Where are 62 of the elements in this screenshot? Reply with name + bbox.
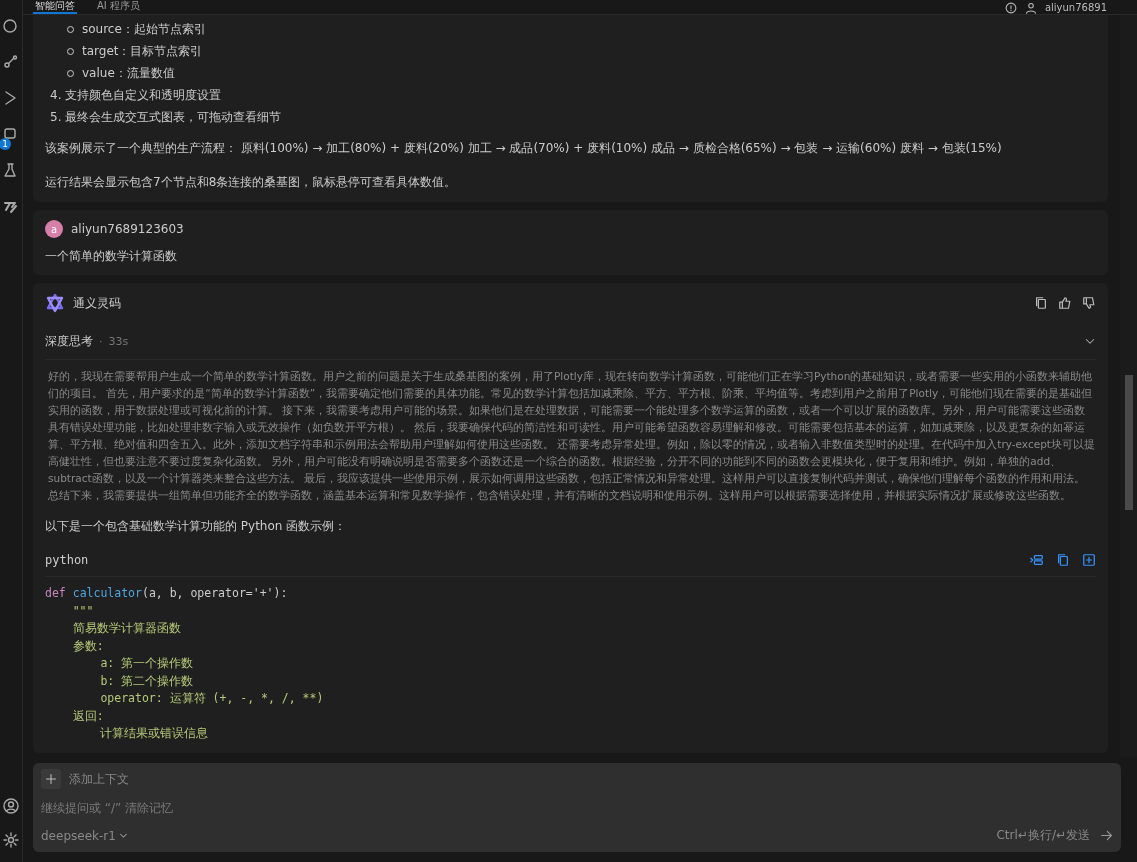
- code-line: def calculator(a, b, operator='+'):: [45, 585, 288, 602]
- thinking-text-line: 算、平方根、绝对值和四舍五入。此外，添加文档字符串和示例用法会帮助用户理解如何使用这些函数。 还需要考虑异常处理。例如，除以零的情况，或者输入非数值类型时的处理。在代码中加入try-except块可以提: [48, 437, 1095, 452]
- account-icon[interactable]: [3, 798, 19, 814]
- message-text: 一个简单的数学计算函数: [45, 248, 178, 265]
- shortcut-hint: Ctrl↵换行/↵发送: [996, 827, 1090, 844]
- list-item: 支持颜色自定义和透明度设置: [65, 86, 222, 104]
- circle-icon[interactable]: [3, 18, 19, 34]
- paragraph: 以下是一个包含基础数学计算功能的 Python 函数示例：: [45, 518, 348, 535]
- add-context-button[interactable]: [41, 769, 61, 789]
- paragraph: 该案例展示了一个典型的生产流程： 原料(100%) → 加工(80%) + 废料(20%) 加工 → 成品(70%) + 废料(10%) 成品 → 质检合格(65%) → 包装 → 运输(60%) 废料 → 包装(15%): [45, 140, 1003, 157]
- thinking-text-line: 好的，我现在需要帮用户生成一个简单的数学计算函数。用户之前的问题是关于生成桑基图的案例，用了Plotly库，现在转向数学计算函数，可能他们正在学习Python的基础知识，或者需要一些实用的小函数来辅助他: [48, 369, 1093, 384]
- code-line: 返回:: [71, 707, 104, 725]
- thinking-text-line: 实用的函数，用于数据处理或可视化前的计算。 接下来，我需要考虑用户可能的场景。如果他们是在处理数据，可能需要一个能处理多个数学运算的函数，或者一个可以扩展的函数库。另外，用户可能需要这些函数: [48, 403, 1086, 418]
- list-item: source：起始节点索引: [82, 20, 206, 38]
- list-number: 5.: [50, 110, 62, 124]
- scrollbar-thumb[interactable]: [1124, 375, 1133, 510]
- chat-input-field[interactable]: 继续提问或 “/” 清除记忆: [41, 801, 1113, 815]
- list-number: 4.: [50, 88, 62, 102]
- notification-badge: 1: [0, 138, 11, 150]
- send-arrow-icon[interactable]: [1100, 829, 1113, 842]
- tab[interactable]: AI 程序员: [95, 0, 142, 14]
- thinking-text-line: subtract函数，以及一个计算器类来整合这些方法。 最后，我应该提供一些使用示例，展示如何调用这些函数，包括正常情况和异常处理。这样用户可以直接复制代码并测试，确保他们理解每个函数的作用和用法。: [48, 471, 1085, 486]
- code-line: 计算结果或错误信息: [99, 725, 209, 742]
- separator-dot: ·: [99, 334, 103, 348]
- new-file-icon[interactable]: [1082, 553, 1096, 567]
- thinking-text-line: 高健壮性，但也要注意不要过度复杂化函数。 另外，用户可能没有明确说明是否需要多个函数还是一个综合的函数。根据经验，分开不同的功能到不同的函数会更模块化，便于复用和维护。例如，单独的add、: [48, 454, 1062, 469]
- author-name: 通义灵码: [73, 294, 121, 312]
- thumbs-down-icon[interactable]: [1082, 296, 1096, 310]
- code-line: 参数:: [71, 637, 104, 655]
- code-line: a: 第一个操作数: [99, 655, 194, 672]
- user-icon[interactable]: [1024, 2, 1037, 14]
- insert-icon[interactable]: [1030, 553, 1044, 567]
- thinking-text-line: 总结下来，我需要提供一组简单但功能齐全的数学函数，涵盖基本运算和常见数学操作，包含错误处理，并有清晰的文档说明和使用示例。这样用户可以根据需要选择使用，并根据实际情况扩展或修改这些函数。: [48, 488, 1071, 503]
- user-name: aliyun76891: [1044, 2, 1107, 14]
- caret-icon: [118, 831, 128, 840]
- thumbs-up-icon[interactable]: [1058, 296, 1072, 310]
- code-line: """: [71, 602, 94, 620]
- list-item: value：流量数值: [82, 64, 175, 82]
- plus-icon: [45, 773, 57, 785]
- thinking-text-line: 具有错误处理功能，比如处理非数字输入或无效操作（如负数开平方根）。 然后，我要确保代码的简洁性和可读性。用户可能希望函数容易理解和修改。可能需要包括基本的运算，如加减乘除，以及更复杂的如幂运: [48, 420, 1086, 435]
- flask-icon[interactable]: [3, 162, 19, 178]
- square-icon[interactable]: [3, 126, 19, 142]
- avatar: a: [45, 220, 63, 238]
- branch-icon[interactable]: [3, 54, 19, 70]
- add-context-link[interactable]: 添加上下文: [69, 770, 129, 788]
- copy-icon[interactable]: [1034, 296, 1048, 310]
- code-line: b: 第二个操作数: [99, 672, 194, 690]
- list-item: 最终会生成交互式图表，可拖动查看细节: [65, 108, 282, 126]
- list-item: target：目标节点索引: [82, 42, 203, 60]
- thinking-text-line: 们的项目。 首先，用户要求的是“简单的数学计算函数”，我需要确定他们需要的具体功能。常见的数学计算包括加减乘除、平方、平方根、阶乘、平均值等。考虑到用户之前用了Plotly，可能他们现在需要的是基础但: [48, 386, 1093, 401]
- code-line: operator: 运算符 (+, -, *, /, **): [99, 690, 324, 707]
- star-logo-icon: [45, 293, 65, 313]
- thinking-label: 深度思考: [45, 332, 93, 350]
- copy-icon[interactable]: [1056, 553, 1070, 567]
- help-icon[interactable]: [1004, 2, 1017, 14]
- paragraph: 运行结果会显示包含7个节点和8条连接的桑基图，鼠标悬停可查看具体数值。: [45, 174, 458, 191]
- code-language: python: [45, 553, 89, 567]
- code-line: 简易数学计算器函数: [71, 620, 181, 637]
- model-selector[interactable]: deepseek-r1: [41, 828, 128, 843]
- thinking-duration: 33s: [108, 334, 129, 348]
- author-name: aliyun7689123603: [71, 222, 184, 236]
- settings-icon[interactable]: [3, 832, 19, 848]
